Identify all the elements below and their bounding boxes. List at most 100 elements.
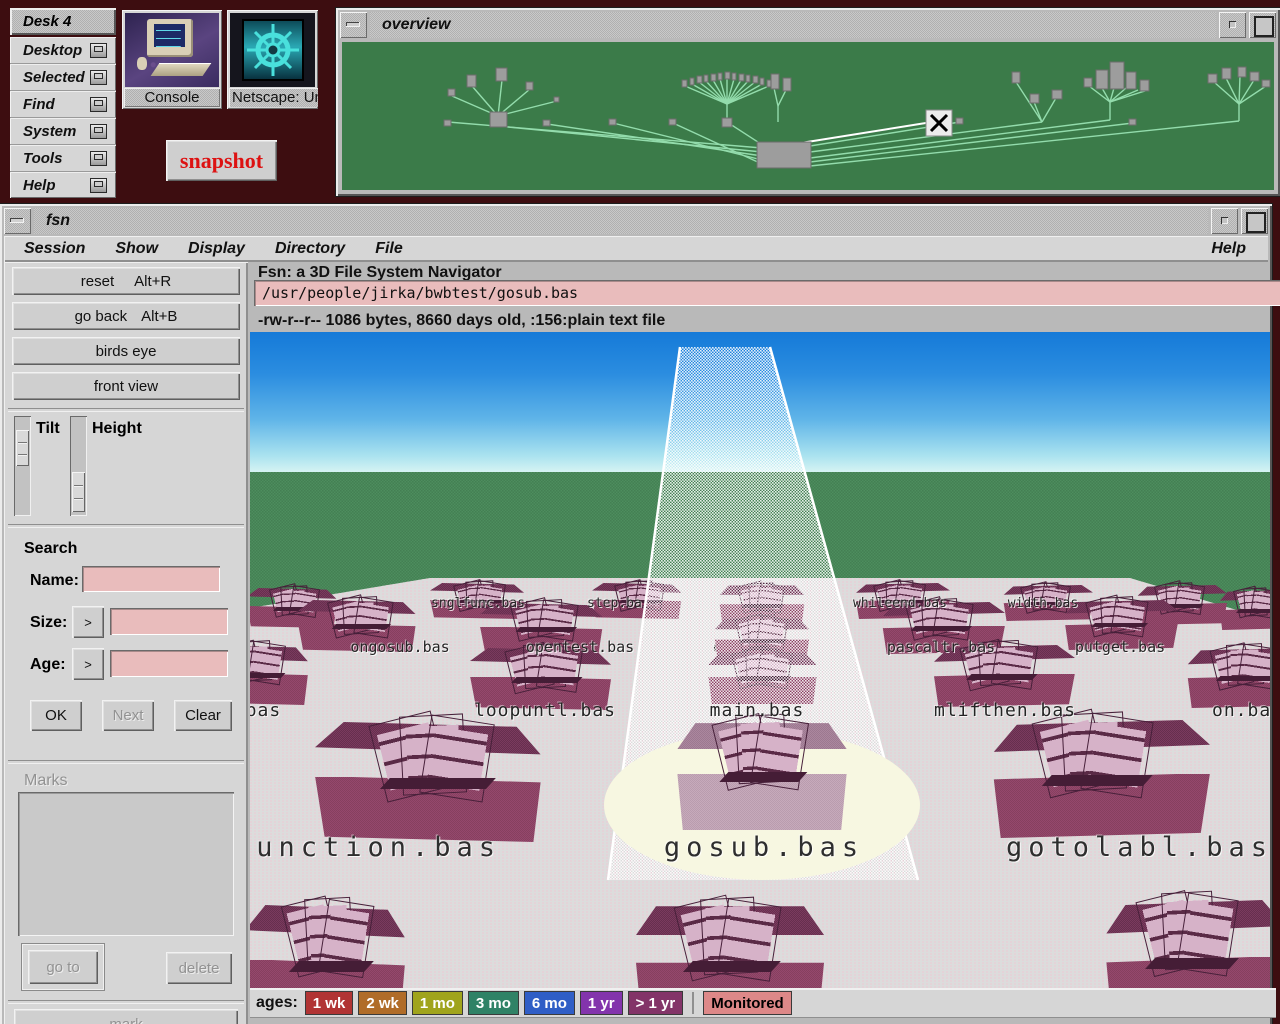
age-label: Age: [30,656,66,674]
file-label[interactable]: pascaltr.bas [887,638,995,656]
fsn-titlebar[interactable]: fsn [4,208,1268,234]
maximize-button[interactable] [1241,208,1268,234]
size-operator-button[interactable]: > [72,606,104,638]
menu-display[interactable]: Display [182,237,251,261]
menu-help[interactable]: Help [1205,237,1252,261]
window-menu-icon [346,22,360,27]
ship-wheel-icon [245,22,301,78]
file-label[interactable]: step.ba [587,596,642,611]
menu-file[interactable]: File [369,237,409,261]
age-operator-button[interactable]: > [72,648,104,680]
fsn-window-title: fsn [34,208,1208,234]
maximize-button[interactable] [1249,12,1276,38]
tilt-slider-thumb[interactable] [16,430,29,466]
age-chip-1mo: 1 mo [412,991,463,1015]
minimize-icon [1221,217,1228,224]
file-label[interactable]: whileend.bas [853,596,947,611]
overview-visualization[interactable] [342,42,1274,190]
file-label[interactable]: mlifthen.bas [934,700,1076,721]
file-label[interactable]: snglfunc.bas [431,596,525,611]
minimize-icon [1229,21,1236,28]
file-box[interactable] [250,905,415,988]
file-box[interactable] [980,720,1210,838]
file-label[interactable]: loopuntl.bas [474,700,616,721]
mark-button[interactable]: mark [14,1009,238,1024]
snapshot-button[interactable]: snapshot [166,140,277,181]
file-label[interactable]: on.bas [1212,700,1270,721]
overview-window: overview [336,8,1280,196]
netscape-icon-label: Netscape: Unti [229,88,318,107]
age-chip-6mo: 6 mo [524,991,575,1015]
file-label[interactable]: main.bas [710,700,805,721]
file-label[interactable]: width.bas [1008,596,1078,611]
height-label: Height [92,420,142,438]
go-back-button[interactable]: go back Alt+B [12,302,240,330]
3d-viewport[interactable]: ongoto.bas [250,332,1270,988]
reset-button[interactable]: reset Alt+R [12,267,240,295]
file-label-selected[interactable]: gosub.bas [664,832,864,863]
birds-eye-button[interactable]: birds eye [12,337,240,365]
file-label[interactable]: putget.bas [1075,638,1165,656]
separator [8,760,244,764]
maximize-icon [1254,16,1274,37]
path-field[interactable]: /usr/people/jirka/bwbtest/gosub.bas [254,280,1280,306]
search-size-input[interactable] [110,608,228,635]
file-box[interactable] [630,905,830,988]
toolchest-item-system[interactable]: System [10,118,116,145]
marks-title: Marks [24,772,68,790]
menu-show[interactable]: Show [109,237,164,261]
ok-button[interactable]: OK [30,700,82,731]
desktop-background: Desk 4 Desktop Selected Find System Tool… [0,0,1280,1024]
x-cursor-icon [926,110,952,136]
go-to-button[interactable]: go to [28,950,98,984]
minimize-button[interactable] [1219,12,1246,38]
marks-listbox[interactable] [18,792,234,936]
age-chip-gt1yr: > 1 yr [628,991,684,1015]
front-view-button[interactable]: front view [12,372,240,400]
paper-stack-icon [719,718,809,778]
go-to-default-frame: go to [22,944,104,990]
search-name-input[interactable] [82,566,220,592]
window-menu-button[interactable] [340,12,367,38]
file-label[interactable]: ongosub.bas [350,638,449,656]
file-box-selected[interactable] [672,722,852,830]
toolchest-item-selected[interactable]: Selected [10,64,116,91]
file-box[interactable] [1095,900,1270,988]
minimize-button[interactable] [1211,208,1238,234]
overview-titlebar[interactable]: overview [340,12,1276,38]
toolchest-item-find[interactable]: Find [10,91,116,118]
height-slider-thumb[interactable] [72,472,85,512]
toolchest-title[interactable]: Desk 4 [10,8,116,35]
divider [692,992,694,1014]
menu-directory[interactable]: Directory [269,237,351,261]
netscape-desktop-icon[interactable]: Netscape: Unti [227,10,318,109]
search-age-input[interactable] [110,650,228,677]
file-box[interactable] [315,722,555,842]
toolchest-item-desktop[interactable]: Desktop [10,37,116,64]
file-label[interactable]: function.bas [250,832,501,863]
paper-stack-icon [1040,715,1155,781]
menu-session[interactable]: Session [18,237,91,261]
next-button[interactable]: Next [102,700,154,731]
drawer-icon [90,70,107,85]
file-label[interactable]: f.bas [250,700,281,721]
console-desktop-icon[interactable]: Console [122,10,222,109]
toolchest-item-tools[interactable]: Tools [10,145,116,172]
monitored-chip: Monitored [703,991,792,1015]
window-menu-button[interactable] [4,208,31,234]
toolchest-item-help[interactable]: Help [10,172,116,198]
tilt-slider[interactable] [14,416,31,516]
delete-button[interactable]: delete [166,952,232,984]
file-label[interactable]: opentest.bas [526,638,634,656]
height-slider[interactable] [70,416,87,516]
sidebar: reset Alt+R go back Alt+B birds eye fron… [4,262,248,1024]
search-title: Search [24,540,77,558]
toolchest: Desk 4 Desktop Selected Find System Tool… [10,8,116,198]
file-label[interactable]: gotolabl.bas [1006,832,1270,863]
go-back-shortcut: Alt+B [141,308,177,325]
size-label: Size: [30,614,67,632]
console-icon [125,13,219,87]
drawer-icon [90,97,107,112]
drawer-icon [90,43,107,58]
clear-button[interactable]: Clear [174,700,232,731]
